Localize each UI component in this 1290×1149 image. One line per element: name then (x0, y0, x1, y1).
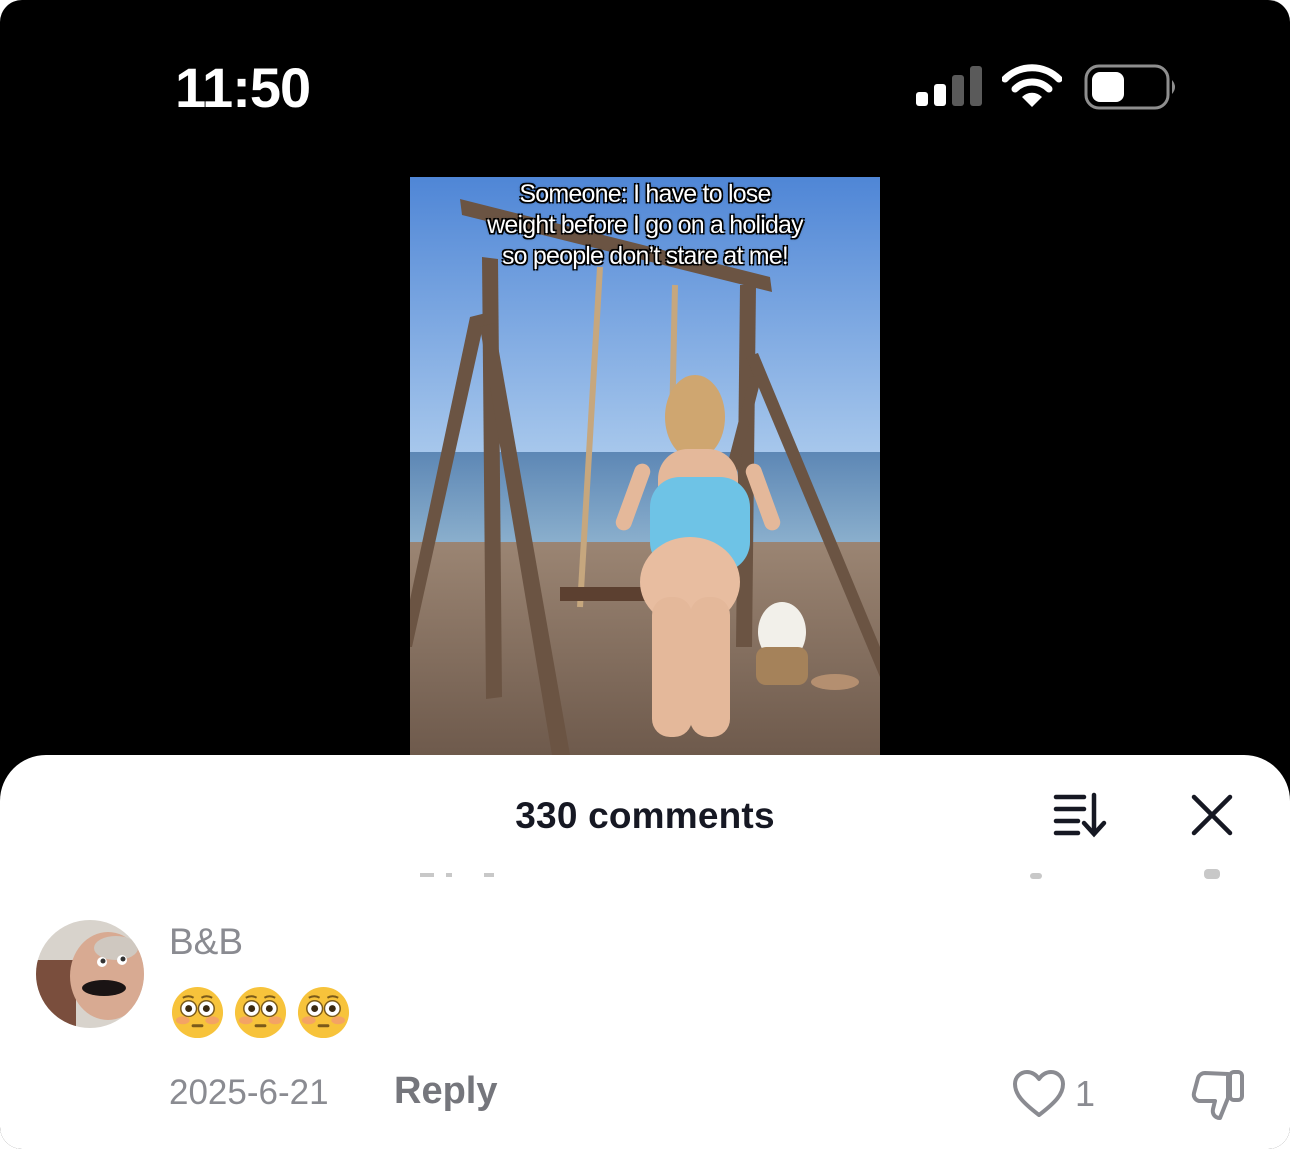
comment-date: 2025-6-21 (169, 1073, 329, 1112)
video-caption: Someone: I have to lose weight before I … (487, 180, 804, 270)
like-count: 1 (1075, 1073, 1096, 1114)
sort-icon[interactable] (1052, 791, 1108, 839)
flushed-face-emoji (171, 986, 224, 1039)
flushed-face-emoji (234, 986, 287, 1039)
heart-icon[interactable] (1012, 1069, 1066, 1119)
comment-text (170, 985, 351, 1039)
close-icon[interactable] (1190, 793, 1234, 837)
video-player[interactable]: Someone: I have to lose weight before I … (410, 177, 880, 755)
comments-sheet: 330 comments B&B 2025-6-21 Reply (0, 755, 1290, 1149)
commenter-avatar[interactable] (36, 920, 144, 1028)
app-screen: 11:50 Someone: I have to lose weight bef… (0, 0, 1290, 1149)
status-time: 11:50 (175, 56, 311, 119)
reply-button[interactable]: Reply (394, 1070, 497, 1113)
wifi-icon (1002, 64, 1062, 107)
comment-username[interactable]: B&B (169, 921, 243, 963)
thumbs-down-icon[interactable] (1190, 1066, 1246, 1122)
previous-comment-peek (420, 869, 1220, 879)
cellular-signal-icon (916, 66, 982, 106)
battery-icon (1084, 64, 1175, 110)
flushed-face-emoji (297, 986, 350, 1039)
